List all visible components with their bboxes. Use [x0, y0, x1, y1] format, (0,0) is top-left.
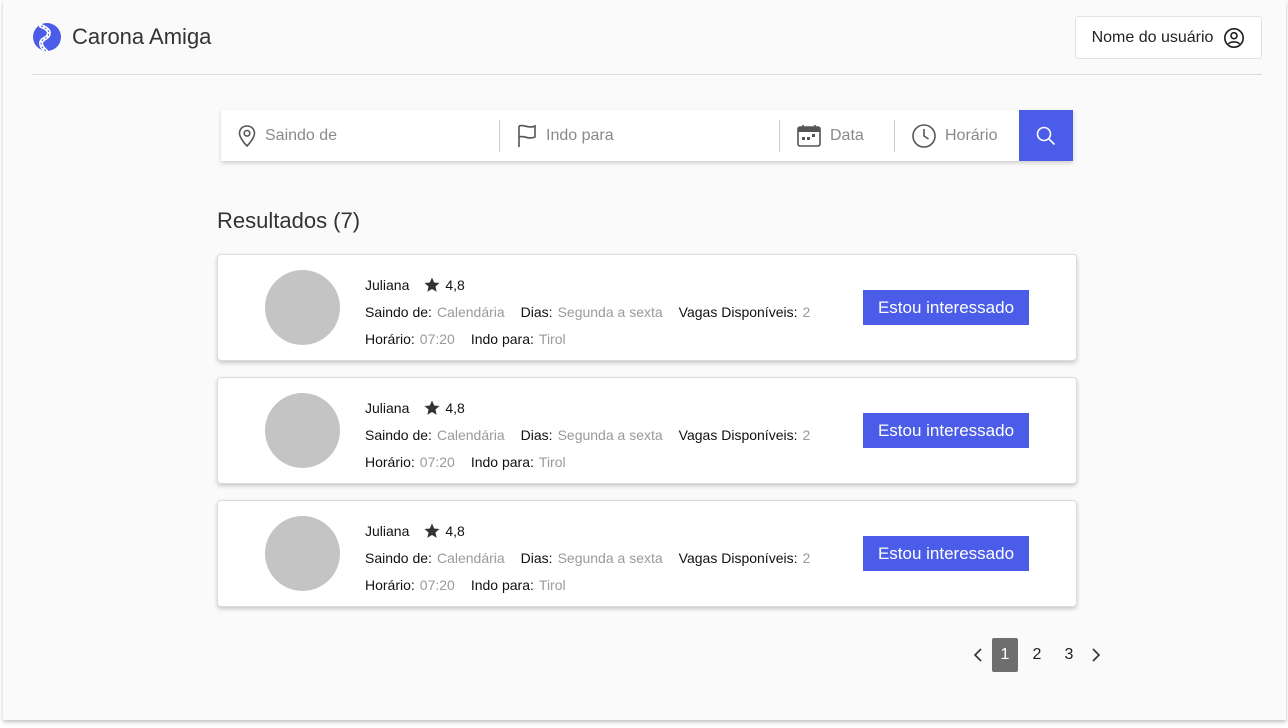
seats-label: Vagas Disponíveis: [678, 549, 798, 566]
star-icon [424, 523, 440, 538]
to-input[interactable] [546, 126, 779, 145]
header: Carona Amiga Nome do usuário [32, 0, 1262, 75]
time-value: 07:20 [419, 330, 455, 347]
ride-card: Juliana 4,8 Saindo de: Calendária Dias: … [217, 377, 1077, 484]
to-value: Tirol [538, 576, 566, 593]
star-icon [424, 277, 440, 292]
search-button[interactable] [1019, 110, 1073, 161]
ride-card: Juliana 4,8 Saindo de: Calendária Dias: … [217, 500, 1077, 607]
interested-button[interactable]: Estou interessado [863, 290, 1029, 325]
to-label: Indo para: [470, 453, 534, 470]
avatar [265, 393, 340, 468]
flag-icon [518, 124, 536, 147]
time-input[interactable] [945, 126, 1019, 145]
seats-label: Vagas Disponíveis: [678, 303, 798, 320]
time-label: Horário: [365, 453, 415, 470]
interested-button[interactable]: Estou interessado [863, 536, 1029, 571]
time-field[interactable] [895, 110, 1019, 161]
ride-info: Juliana 4,8 Saindo de: Calendária Dias: … [365, 517, 810, 598]
from-label: Saindo de: [365, 549, 432, 566]
page-3-button[interactable]: 3 [1056, 638, 1082, 672]
ride-info: Juliana 4,8 Saindo de: Calendária Dias: … [365, 394, 810, 475]
calendar-icon [797, 124, 821, 147]
user-name: Nome do usuário [1091, 28, 1214, 46]
seats-label: Vagas Disponíveis: [678, 426, 798, 443]
results-title: Resultados (7) [217, 208, 361, 233]
seats-value: 2 [802, 549, 811, 566]
from-label: Saindo de: [365, 303, 432, 320]
days-label: Dias: [520, 426, 553, 443]
to-field[interactable] [500, 110, 779, 161]
logo[interactable]: Carona Amiga [32, 22, 211, 52]
chevron-right-icon [1092, 648, 1101, 662]
from-value: Calendária [436, 549, 505, 566]
driver-name: Juliana [365, 399, 410, 416]
seats-value: 2 [802, 426, 811, 443]
time-value: 07:20 [419, 453, 455, 470]
road-logo-icon [33, 23, 61, 52]
to-value: Tirol [538, 330, 566, 347]
page-1-button[interactable]: 1 [992, 638, 1018, 672]
driver-name: Juliana [365, 522, 410, 539]
days-value: Segunda a sexta [557, 303, 663, 320]
days-value: Segunda a sexta [557, 549, 663, 566]
rating-value: 4,8 [445, 522, 465, 539]
next-page-button[interactable] [1085, 638, 1107, 672]
search-icon [1036, 126, 1056, 145]
pagination: 1 2 3 [967, 638, 1107, 672]
time-label: Horário: [365, 330, 415, 347]
user-menu-button[interactable]: Nome do usuário [1075, 16, 1262, 59]
avatar [265, 270, 340, 345]
to-value: Tirol [538, 453, 566, 470]
user-circle-icon [1224, 27, 1245, 48]
from-input[interactable] [265, 126, 499, 145]
avatar [265, 516, 340, 591]
app-title: Carona Amiga [72, 24, 212, 49]
chevron-left-icon [973, 648, 982, 662]
from-value: Calendária [436, 426, 505, 443]
from-value: Calendária [436, 303, 505, 320]
rating-value: 4,8 [445, 276, 465, 293]
page-frame: Carona Amiga Nome do usuário Saindo de I… [3, 0, 1286, 720]
time-value: 07:20 [419, 576, 455, 593]
date-input[interactable] [830, 126, 894, 145]
days-value: Segunda a sexta [557, 426, 663, 443]
ride-info: Juliana 4,8 Saindo de: Calendária Dias: … [365, 271, 810, 352]
search-bar [221, 110, 1073, 161]
date-field[interactable] [780, 110, 894, 161]
rating-value: 4,8 [445, 399, 465, 416]
star-icon [424, 400, 440, 415]
time-label: Horário: [365, 576, 415, 593]
days-label: Dias: [520, 303, 553, 320]
to-label: Indo para: [470, 576, 534, 593]
page-2-button[interactable]: 2 [1024, 638, 1050, 672]
clock-icon [912, 123, 936, 148]
from-label: Saindo de: [365, 426, 432, 443]
ride-card: Juliana 4,8 Saindo de: Calendária Dias: … [217, 254, 1077, 361]
interested-button[interactable]: Estou interessado [863, 413, 1029, 448]
seats-value: 2 [802, 303, 811, 320]
location-pin-icon [238, 124, 256, 147]
driver-name: Juliana [365, 276, 410, 293]
prev-page-button[interactable] [967, 638, 989, 672]
days-label: Dias: [520, 549, 553, 566]
to-label: Indo para: [470, 330, 534, 347]
from-field[interactable] [221, 110, 499, 161]
